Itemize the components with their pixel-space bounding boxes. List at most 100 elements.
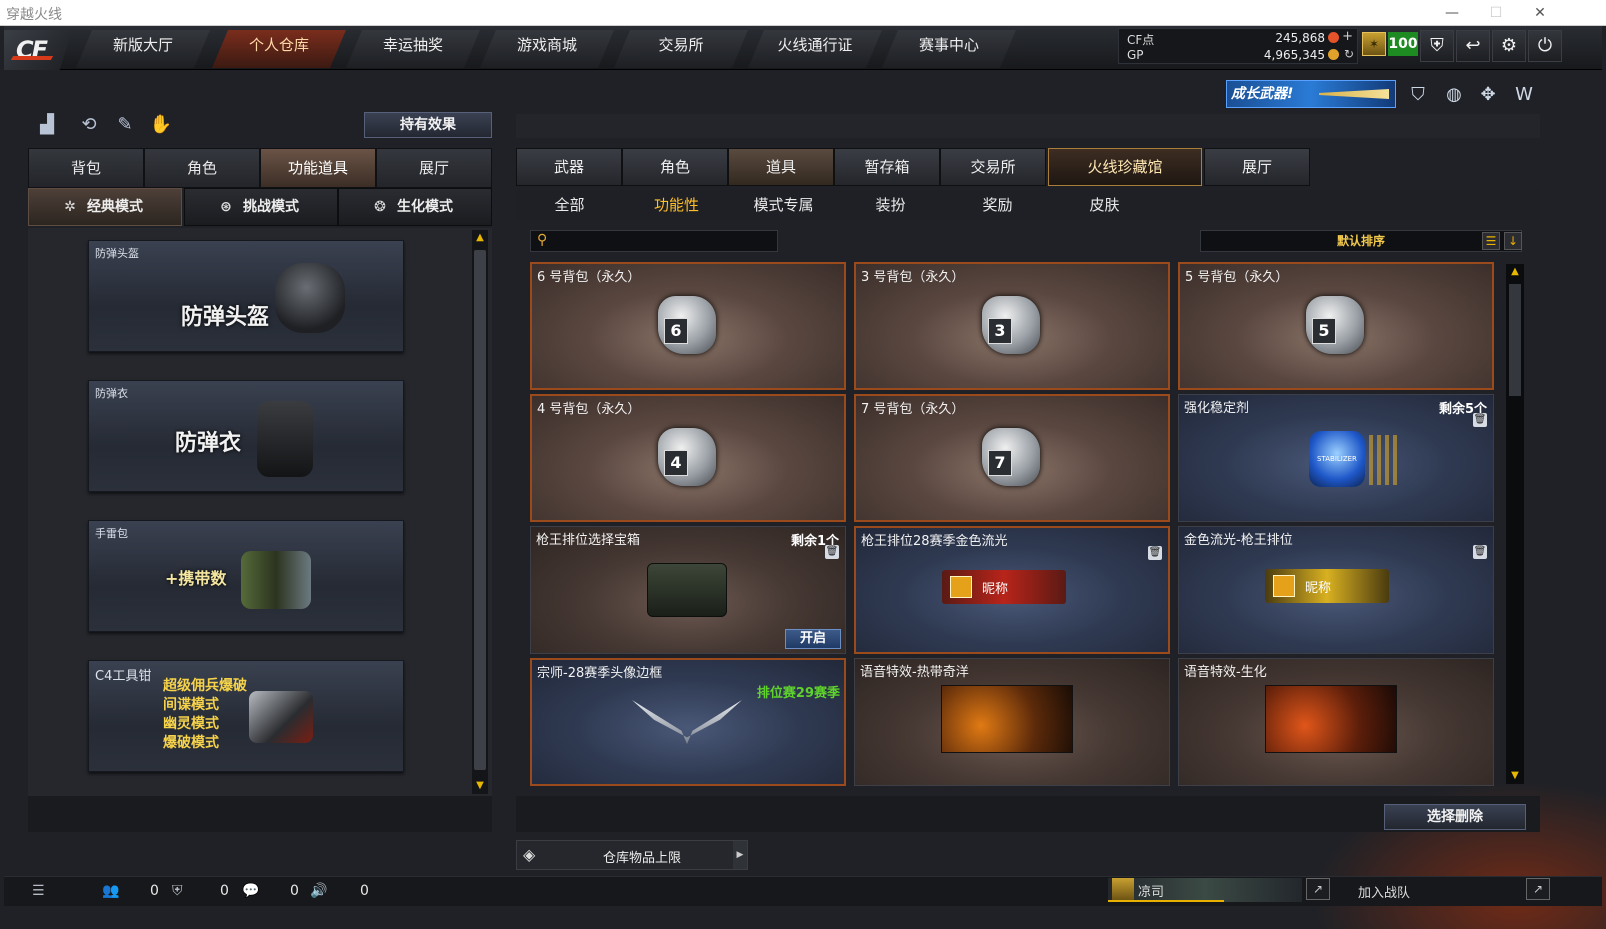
hold-effect-button[interactable]: 持有效果 bbox=[364, 112, 492, 138]
card-name: 金色流光-枪王排位 bbox=[1184, 533, 1293, 548]
close-button[interactable]: ✕ bbox=[1518, 0, 1562, 26]
mode-challenge[interactable]: ⊛ 挑战模式 bbox=[184, 188, 338, 226]
tab-characters[interactable]: 角色 bbox=[622, 148, 728, 186]
nav-item-battle-pass[interactable]: 火线通行证 bbox=[748, 30, 882, 68]
globe-icon[interactable]: ◍ bbox=[1440, 82, 1468, 108]
list-item[interactable]: C4工具钳 超级佣兵爆破 间谍模式 幽灵模式 爆破模式 bbox=[88, 660, 404, 772]
list-item[interactable]: 防弹衣 防弹衣 bbox=[88, 380, 404, 492]
tab-collection[interactable]: 火线珍藏馆 bbox=[1048, 148, 1202, 186]
return-icon[interactable]: ↩ bbox=[1456, 30, 1490, 62]
sort-dropdown[interactable]: 默认排序 bbox=[1200, 230, 1522, 252]
item-card[interactable]: 语音特效-热带奇洋 bbox=[854, 658, 1170, 786]
menu-list-icon[interactable]: ☰ bbox=[32, 883, 45, 899]
growth-weapon-banner[interactable]: 成长武器! bbox=[1226, 80, 1396, 108]
gp-coin-icon bbox=[1328, 49, 1339, 60]
tab-weapons[interactable]: 武器 bbox=[516, 148, 622, 186]
trash-icon[interactable]: 🗑 bbox=[1473, 545, 1487, 559]
scroll-up-icon[interactable]: ▲ bbox=[472, 230, 488, 246]
trash-icon[interactable]: 🗑 bbox=[1473, 413, 1487, 427]
mode-classic[interactable]: ✲ 经典模式 bbox=[28, 188, 182, 226]
item-card[interactable]: 强化稳定剂 剩余5个 🗑 STABILIZER bbox=[1178, 394, 1494, 522]
trash-icon[interactable]: 🗑 bbox=[825, 545, 839, 559]
history-icon[interactable]: ⟲ bbox=[76, 114, 102, 138]
emblem-v-icon[interactable]: ⛉ bbox=[1404, 82, 1432, 108]
item-card[interactable]: 4 号背包（永久） 4 bbox=[530, 394, 846, 522]
tab-backpack[interactable]: 背包 bbox=[28, 148, 144, 188]
item-card[interactable]: 宗师-28赛季头像边框 排位赛29赛季 bbox=[530, 658, 846, 786]
item-card[interactable]: 6 号背包（永久） 6 bbox=[530, 262, 846, 390]
card-name: 6 号背包（永久） bbox=[537, 270, 641, 285]
nav-item-event-center[interactable]: 赛事中心 bbox=[882, 30, 1016, 68]
right-scrollbar[interactable]: ▲ ▼ bbox=[1506, 264, 1524, 784]
scroll-up-icon[interactable]: ▲ bbox=[1507, 264, 1523, 280]
warehouse-limit-bar[interactable]: ◈ 仓库物品上限 ▶ bbox=[516, 840, 748, 870]
minimize-button[interactable]: — bbox=[1430, 0, 1474, 26]
scroll-thumb[interactable] bbox=[474, 250, 486, 770]
filter-all[interactable]: 全部 bbox=[516, 190, 623, 220]
scroll-down-icon[interactable]: ▼ bbox=[472, 778, 488, 794]
tab-gallery[interactable]: 展厅 bbox=[1204, 148, 1310, 186]
chat-icon[interactable]: 💬 bbox=[242, 883, 259, 899]
item-card[interactable]: 金色流光-枪王排位 🗑 昵称 bbox=[1178, 526, 1494, 654]
nav-item-game-store[interactable]: 游戏商城 bbox=[480, 30, 614, 68]
item-big-text: 防弹头盔 bbox=[181, 305, 270, 330]
list-item[interactable]: 手雷包 +携带数 bbox=[88, 520, 404, 632]
item-card[interactable]: 5 号背包（永久） 5 bbox=[1178, 262, 1494, 390]
tab-trade[interactable]: 交易所 bbox=[940, 148, 1046, 186]
sort-order-icon[interactable]: ↓ bbox=[1504, 232, 1522, 250]
shield-icon[interactable]: ⛨ bbox=[172, 883, 183, 899]
filter-reward[interactable]: 奖励 bbox=[944, 190, 1051, 220]
external-link-icon[interactable]: ↗ bbox=[1306, 878, 1330, 900]
list-item[interactable]: 防弹头盔 防弹头盔 bbox=[88, 240, 404, 352]
card-name: 强化稳定剂 bbox=[1184, 401, 1250, 416]
w-emblem-icon[interactable]: W bbox=[1510, 82, 1538, 108]
glove-icon[interactable]: ✋ bbox=[148, 114, 174, 138]
item-card[interactable]: 语音特效-生化 bbox=[1178, 658, 1494, 786]
search-input[interactable]: ⚲ bbox=[530, 230, 778, 252]
tab-character[interactable]: 角色 bbox=[144, 148, 260, 188]
podium-icon[interactable]: ▟ bbox=[34, 114, 60, 138]
refresh-icon[interactable]: ↻ bbox=[1344, 47, 1354, 61]
filter-mode-exclusive[interactable]: 模式专属 bbox=[730, 190, 837, 220]
nav-item-personal-warehouse[interactable]: 个人仓库 bbox=[212, 30, 346, 68]
item-card[interactable]: 7 号背包（永久） 7 bbox=[854, 394, 1170, 522]
tab-storage[interactable]: 暂存箱 bbox=[834, 148, 940, 186]
nav-item-exchange[interactable]: 交易所 bbox=[614, 30, 748, 68]
item-card[interactable]: 枪王排位28赛季金色流光 🗑 昵称 bbox=[854, 526, 1170, 654]
clan-banner[interactable]: 凉司 bbox=[1108, 878, 1302, 902]
tab-function-items[interactable]: 功能道具 bbox=[260, 148, 376, 188]
speaker-icon[interactable]: 🔊 bbox=[310, 883, 327, 899]
trash-icon[interactable]: 🗑 bbox=[1148, 546, 1162, 560]
tab-showroom[interactable]: 展厅 bbox=[376, 148, 492, 188]
list-view-icon[interactable]: ☰ bbox=[1482, 232, 1500, 250]
power-icon[interactable]: ⏻ bbox=[1528, 30, 1562, 62]
card-name: 5 号背包（永久） bbox=[1185, 270, 1289, 285]
open-button[interactable]: 开启 bbox=[785, 629, 841, 649]
filter-outfit[interactable]: 装扮 bbox=[837, 190, 944, 220]
add-cf-icon[interactable]: + bbox=[1342, 29, 1353, 44]
mode-zombie-label: 生化模式 bbox=[397, 199, 453, 215]
filter-functional[interactable]: 功能性 bbox=[623, 190, 730, 220]
join-clan-link[interactable]: 加入战队 bbox=[1358, 882, 1410, 901]
item-card[interactable]: 3 号背包（永久） 3 bbox=[854, 262, 1170, 390]
title-bar: 穿越火线 — ☐ ✕ bbox=[0, 0, 1606, 26]
nav-item-lucky-draw[interactable]: 幸运抽奖 bbox=[346, 30, 480, 68]
gear-icon[interactable]: ⚙ bbox=[1492, 30, 1526, 62]
nav-item-new-lobby[interactable]: 新版大厅 bbox=[76, 30, 210, 68]
select-delete-button[interactable]: 选择删除 bbox=[1384, 804, 1526, 830]
wing-shield-icon[interactable]: ✥ bbox=[1474, 82, 1502, 108]
expand-arrow-icon[interactable]: ▶ bbox=[733, 841, 747, 869]
gp-label: GP bbox=[1127, 48, 1144, 62]
scroll-thumb[interactable] bbox=[1509, 284, 1521, 396]
warehouse-limit-label: 仓库物品上限 bbox=[602, 851, 681, 866]
left-scrollbar[interactable]: ▲ ▼ bbox=[472, 230, 488, 794]
maximize-button[interactable]: ☐ bbox=[1474, 0, 1518, 26]
mode-zombie[interactable]: ❂ 生化模式 bbox=[338, 188, 492, 226]
tab-items[interactable]: 道具 bbox=[728, 148, 834, 186]
user-edit-icon[interactable]: ✎ bbox=[112, 114, 138, 138]
filter-skin[interactable]: 皮肤 bbox=[1051, 190, 1158, 220]
friends-icon[interactable]: 👥 bbox=[102, 883, 119, 899]
shield-badge-icon[interactable]: ⛨ bbox=[1420, 30, 1454, 62]
item-card[interactable]: 枪王排位选择宝箱 剩余1个 🗑 开启 bbox=[530, 526, 846, 654]
external-link-icon[interactable]: ↗ bbox=[1526, 878, 1550, 900]
